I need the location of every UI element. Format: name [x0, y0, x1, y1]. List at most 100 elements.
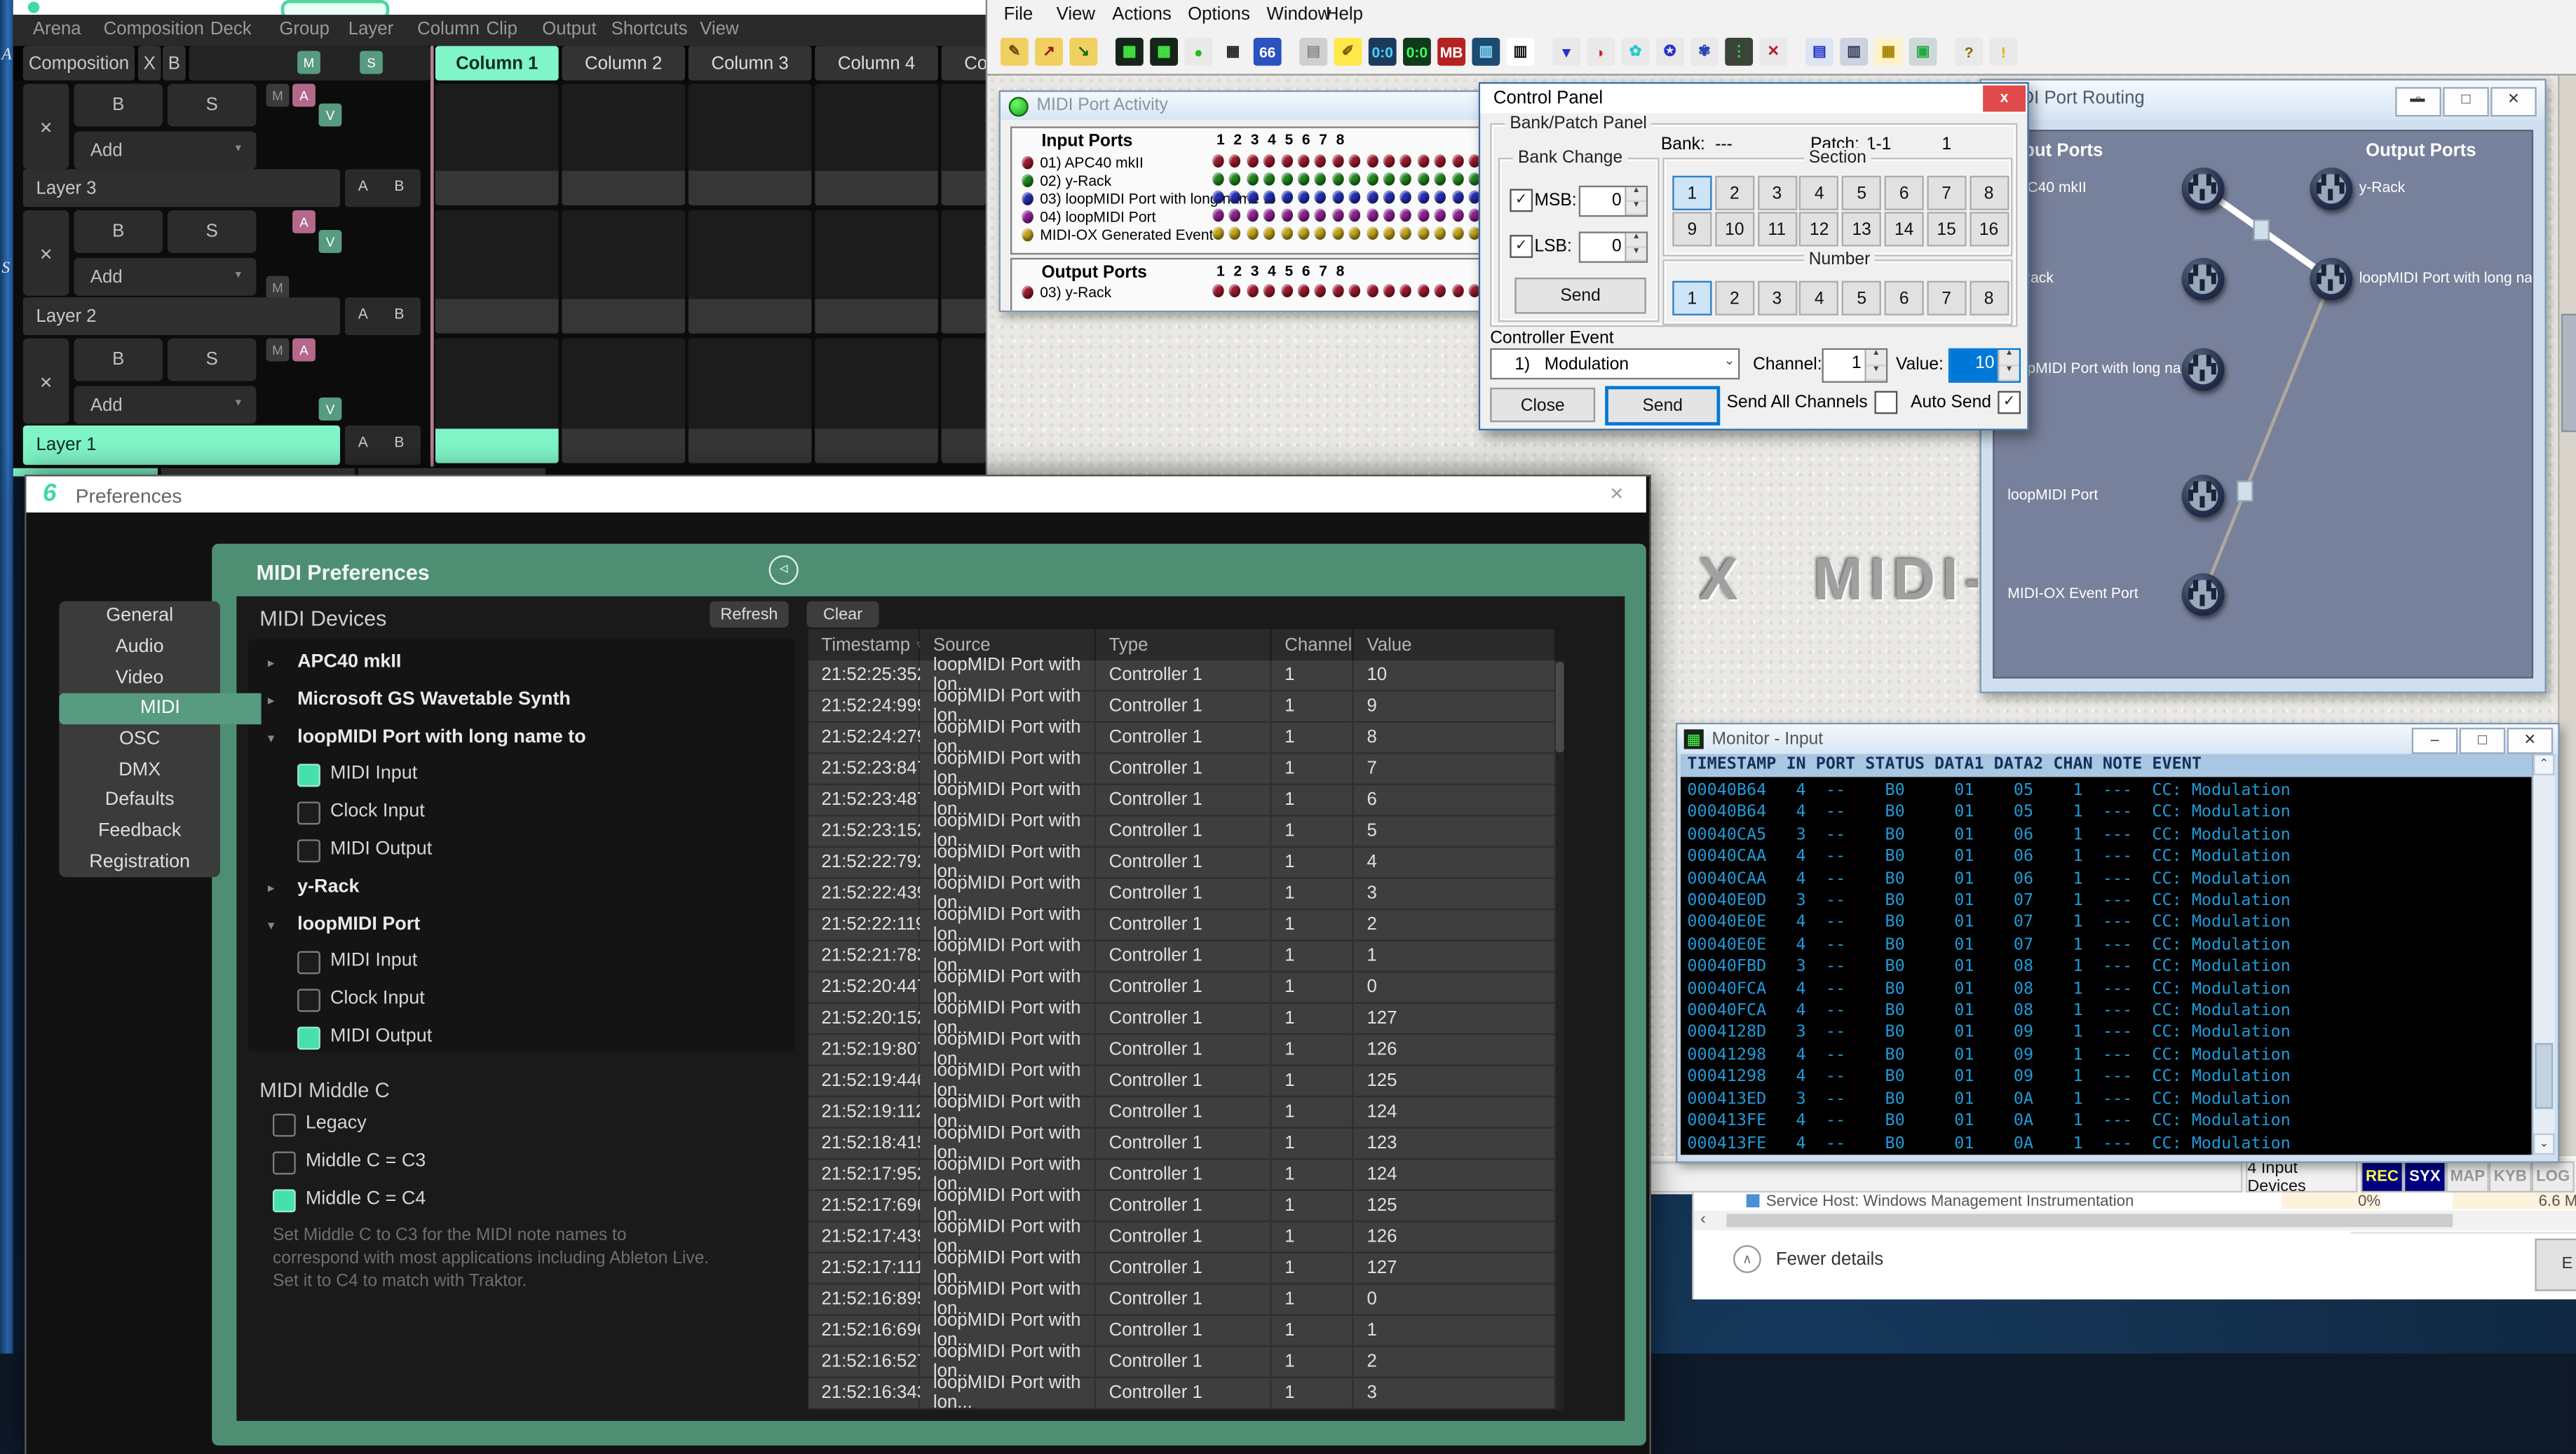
layer-b-button[interactable]: B — [74, 83, 163, 126]
tree-device-label[interactable]: y-Rack — [297, 877, 359, 897]
sidebar-item-osc[interactable]: OSC — [59, 724, 220, 755]
table-cell[interactable]: 21:52:24:999 — [808, 691, 920, 723]
table-cell[interactable]: 21:52:20:152 — [808, 1004, 920, 1035]
table-cell[interactable]: Controller 1 — [1096, 660, 1272, 692]
table-cell[interactable]: Controller 1 — [1096, 785, 1272, 817]
grid-button-1[interactable]: 1 — [1672, 176, 1711, 210]
table-cell[interactable]: 1 — [1272, 1347, 1354, 1378]
table-cell[interactable]: 21:52:21:783 — [808, 942, 920, 973]
table-header-type[interactable]: Type — [1096, 629, 1272, 660]
table-header-channel[interactable]: Channel — [1272, 629, 1354, 660]
table-cell[interactable]: 21:52:17:952 — [808, 1160, 920, 1191]
tree-device-label[interactable]: loopMIDI Port — [297, 914, 420, 934]
table-cell[interactable]: 1 — [1272, 1222, 1354, 1253]
tree-device-label[interactable]: Microsoft GS Wavetable Synth — [297, 690, 571, 709]
resolume-menu-composition[interactable]: Composition — [104, 20, 204, 39]
layer-blend-dropdown[interactable]: Add▼ — [74, 258, 256, 296]
table-cell[interactable]: Controller 1 — [1096, 1284, 1272, 1316]
layer-a-toggle[interactable]: A — [292, 210, 316, 233]
sidebar-item-general[interactable]: General — [59, 602, 220, 632]
lcd-green-icon[interactable]: 0:0 — [1403, 38, 1431, 66]
value-spinner[interactable]: 10▲▼ — [1948, 348, 2021, 383]
sidebar-item-audio[interactable]: Audio — [59, 632, 220, 663]
table-cell[interactable]: Controller 1 — [1096, 1035, 1272, 1066]
table-cell[interactable]: 21:52:24:279 — [808, 723, 920, 754]
table-cell[interactable]: Controller 1 — [1096, 1129, 1272, 1160]
event-marker-icon[interactable]: ◗ — [1587, 38, 1615, 66]
composition-b-button[interactable]: B — [163, 46, 186, 81]
din-input-3-icon[interactable] — [2182, 348, 2225, 391]
control-panel-close-button[interactable]: x — [1983, 86, 2026, 111]
table-cell[interactable]: 126 — [1354, 1222, 1556, 1253]
din-input-1-icon[interactable] — [2182, 168, 2225, 210]
layer-blend-dropdown[interactable]: Add▼ — [74, 131, 256, 169]
clip-cell[interactable] — [815, 83, 938, 205]
clip-cell[interactable] — [562, 83, 685, 205]
grid-button-7[interactable]: 7 — [1927, 281, 1966, 315]
table-cell[interactable]: 21:52:23:487 — [808, 785, 920, 817]
table-cell[interactable]: Controller 1 — [1096, 1253, 1272, 1285]
scroll-up-icon[interactable]: ⌃ — [2533, 754, 2554, 775]
crossfade-b-button[interactable]: B — [394, 306, 404, 322]
table-cell[interactable]: 21:52:25:352 — [808, 660, 920, 692]
grid-button-5[interactable]: 5 — [1842, 281, 1881, 315]
midiox-menu-window[interactable]: Window — [1267, 5, 1331, 25]
table-cell[interactable]: Controller 1 — [1096, 817, 1272, 848]
grid-button-6[interactable]: 6 — [1885, 281, 1924, 315]
table-cell[interactable]: 9 — [1354, 691, 1556, 723]
crossfade-a-button[interactable]: A — [358, 434, 368, 450]
middle-c-checkbox[interactable] — [273, 1152, 296, 1175]
clip-cell[interactable] — [562, 339, 685, 463]
tree-option-label[interactable]: MIDI Output — [330, 839, 432, 859]
midiox-vscrollbar[interactable] — [2558, 76, 2576, 1158]
sidebar-item-feedback[interactable]: Feedback — [59, 816, 220, 847]
back-button[interactable]: ◃ — [769, 555, 799, 585]
grid-button-9[interactable]: 9 — [1672, 212, 1711, 246]
grid-button-6[interactable]: 6 — [1885, 176, 1924, 210]
bank-send-button[interactable]: Send — [1514, 278, 1646, 314]
table-cell[interactable]: 127 — [1354, 1004, 1556, 1035]
list-window-icon[interactable]: ▤ — [1805, 38, 1833, 66]
layer-label[interactable]: Layer 1 — [23, 426, 340, 465]
layer-m-toggle[interactable]: M — [266, 339, 290, 362]
table-cell[interactable]: 21:52:16:527 — [808, 1347, 920, 1378]
clear-button[interactable]: Clear — [806, 602, 879, 627]
midiox-menu-options[interactable]: Options — [1188, 5, 1250, 25]
din-output-1-icon[interactable] — [2310, 168, 2352, 210]
controller-event-dropdown[interactable]: 1) Modulation ⌄ — [1490, 348, 1740, 380]
monitor-close-button[interactable]: ✕ — [2507, 728, 2554, 754]
tree-collapse-icon[interactable]: ▾ — [268, 731, 274, 745]
send-all-channels-checkbox[interactable] — [1874, 391, 1897, 414]
grid-window-icon[interactable]: ▦ — [1219, 38, 1247, 66]
mini-window-icon[interactable]: ▣ — [1909, 38, 1937, 66]
table-cell[interactable]: 21:52:22:792 — [808, 848, 920, 879]
grid-button-5[interactable]: 5 — [1842, 176, 1881, 210]
table-cell[interactable]: 1 — [1272, 848, 1354, 879]
table-header-timestamp[interactable]: Timestamp ▿ — [808, 629, 920, 660]
table-cell[interactable]: 1 — [1272, 1253, 1354, 1285]
layer-v-toggle[interactable]: V — [319, 230, 342, 253]
activity-titlebar[interactable]: MIDI Port Activity — [1001, 92, 1513, 120]
routing-titlebar[interactable]: MIDI Port Routing ▫︎ □ ✕ — [1981, 81, 2545, 120]
table-cell[interactable]: 21:52:23:847 — [808, 754, 920, 785]
layer-x-button[interactable]: × — [23, 339, 69, 424]
sysex-view-icon[interactable]: ▥ — [1472, 38, 1500, 66]
tree-checkbox[interactable] — [297, 952, 320, 975]
table-cell[interactable]: Controller 1 — [1096, 754, 1272, 785]
close-button[interactable]: Close — [1490, 388, 1595, 422]
table-cell[interactable]: 21:52:23:152 — [808, 817, 920, 848]
column-header-1[interactable]: Column 1 — [435, 46, 559, 81]
monitor-log[interactable]: 00040B64 4 -- B0 01 05 1 --- CC: Modulat… — [1681, 777, 2532, 1155]
clip-cell[interactable] — [689, 83, 812, 205]
end-task-button-partial[interactable]: E — [2535, 1239, 2576, 1291]
din-input-4-icon[interactable] — [2182, 475, 2225, 517]
table-cell[interactable]: 125 — [1354, 1191, 1556, 1223]
clip-cell[interactable] — [815, 210, 938, 334]
table-cell[interactable]: 21:52:19:112 — [808, 1097, 920, 1129]
grid-button-2[interactable]: 2 — [1715, 281, 1754, 315]
clip-cell[interactable] — [435, 339, 559, 463]
mb-red-icon[interactable]: MB — [1437, 38, 1465, 66]
help-icon[interactable]: ? — [1955, 38, 1983, 66]
bars-window-icon[interactable]: ▥ — [1840, 38, 1868, 66]
clip-cell[interactable] — [689, 339, 812, 463]
